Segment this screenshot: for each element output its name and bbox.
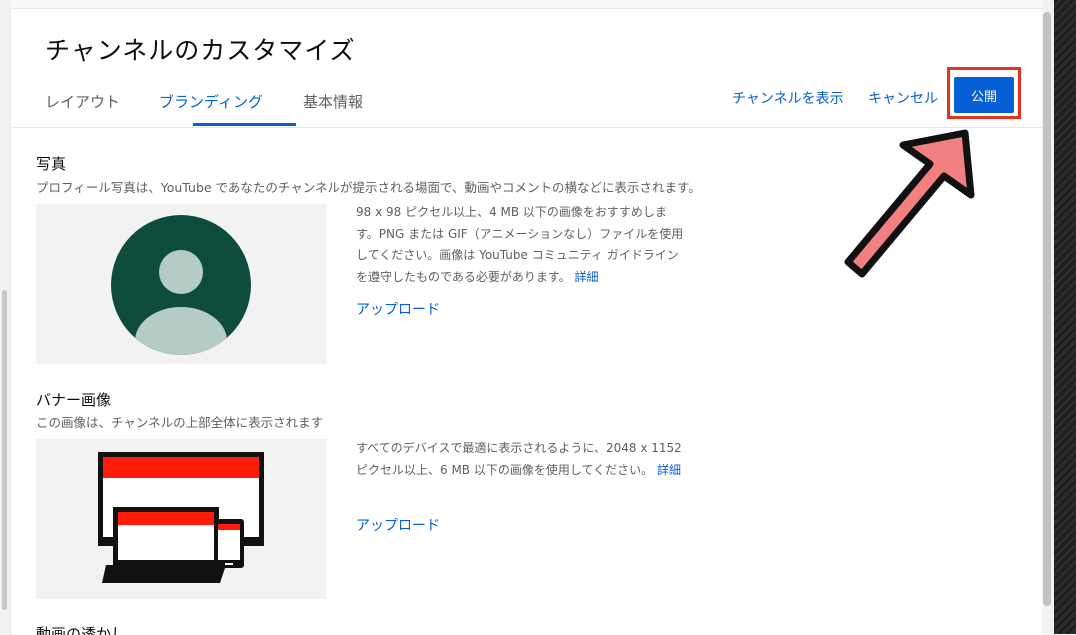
cancel-button[interactable]: キャンセル (868, 88, 938, 108)
window-edge (1054, 0, 1076, 634)
banner-preview (36, 439, 326, 599)
annotation-arrow-icon (844, 129, 975, 278)
page-title: チャンネルのカスタマイズ (45, 36, 356, 65)
tab-basic-info[interactable]: 基本情報 (303, 91, 363, 112)
avatar-placeholder-icon (111, 215, 251, 355)
active-tab-indicator (193, 123, 296, 126)
scrollbar-thumb[interactable] (1043, 12, 1051, 606)
watermark-section-title: 動画の透かし (36, 625, 127, 635)
banner-upload-button[interactable]: アップロード (356, 515, 440, 535)
customization-panel: チャンネルのカスタマイズ レイアウト ブランディング 基本情報 チャンネルを表示… (10, 8, 1043, 635)
left-scrollbar[interactable] (2, 290, 7, 610)
photo-requirements-text: 98 x 98 ピクセル以上、4 MB 以下の画像をおすすめします。PNG また… (356, 205, 684, 284)
photo-learn-more-link[interactable]: 詳細 (575, 270, 599, 284)
banner-requirements: すべてのデバイスで最適に表示されるように、2048 x 1152 ピクセル以上、… (356, 438, 686, 481)
tab-layout[interactable]: レイアウト (45, 91, 120, 112)
tab-branding[interactable]: ブランディング (159, 91, 263, 112)
banner-section-description: この画像は、チャンネルの上部全体に表示されます (36, 415, 324, 430)
publish-button[interactable]: 公開 (954, 77, 1014, 113)
view-channel-link[interactable]: チャンネルを表示 (732, 88, 844, 108)
photo-section-description: プロフィール写真は、YouTube であなたのチャンネルが提示される場面で、動画… (36, 180, 701, 195)
photo-section-title: 写真 (36, 155, 67, 173)
photo-upload-button[interactable]: アップロード (356, 299, 440, 319)
devices-illustration-icon (98, 452, 264, 583)
profile-photo-preview (36, 204, 326, 364)
photo-requirements: 98 x 98 ピクセル以上、4 MB 以下の画像をおすすめします。PNG また… (356, 202, 686, 288)
banner-section-title: バナー画像 (36, 391, 112, 409)
banner-learn-more-link[interactable]: 詳細 (657, 463, 681, 477)
banner-requirements-text: すべてのデバイスで最適に表示されるように、2048 x 1152 ピクセル以上、… (356, 441, 682, 477)
